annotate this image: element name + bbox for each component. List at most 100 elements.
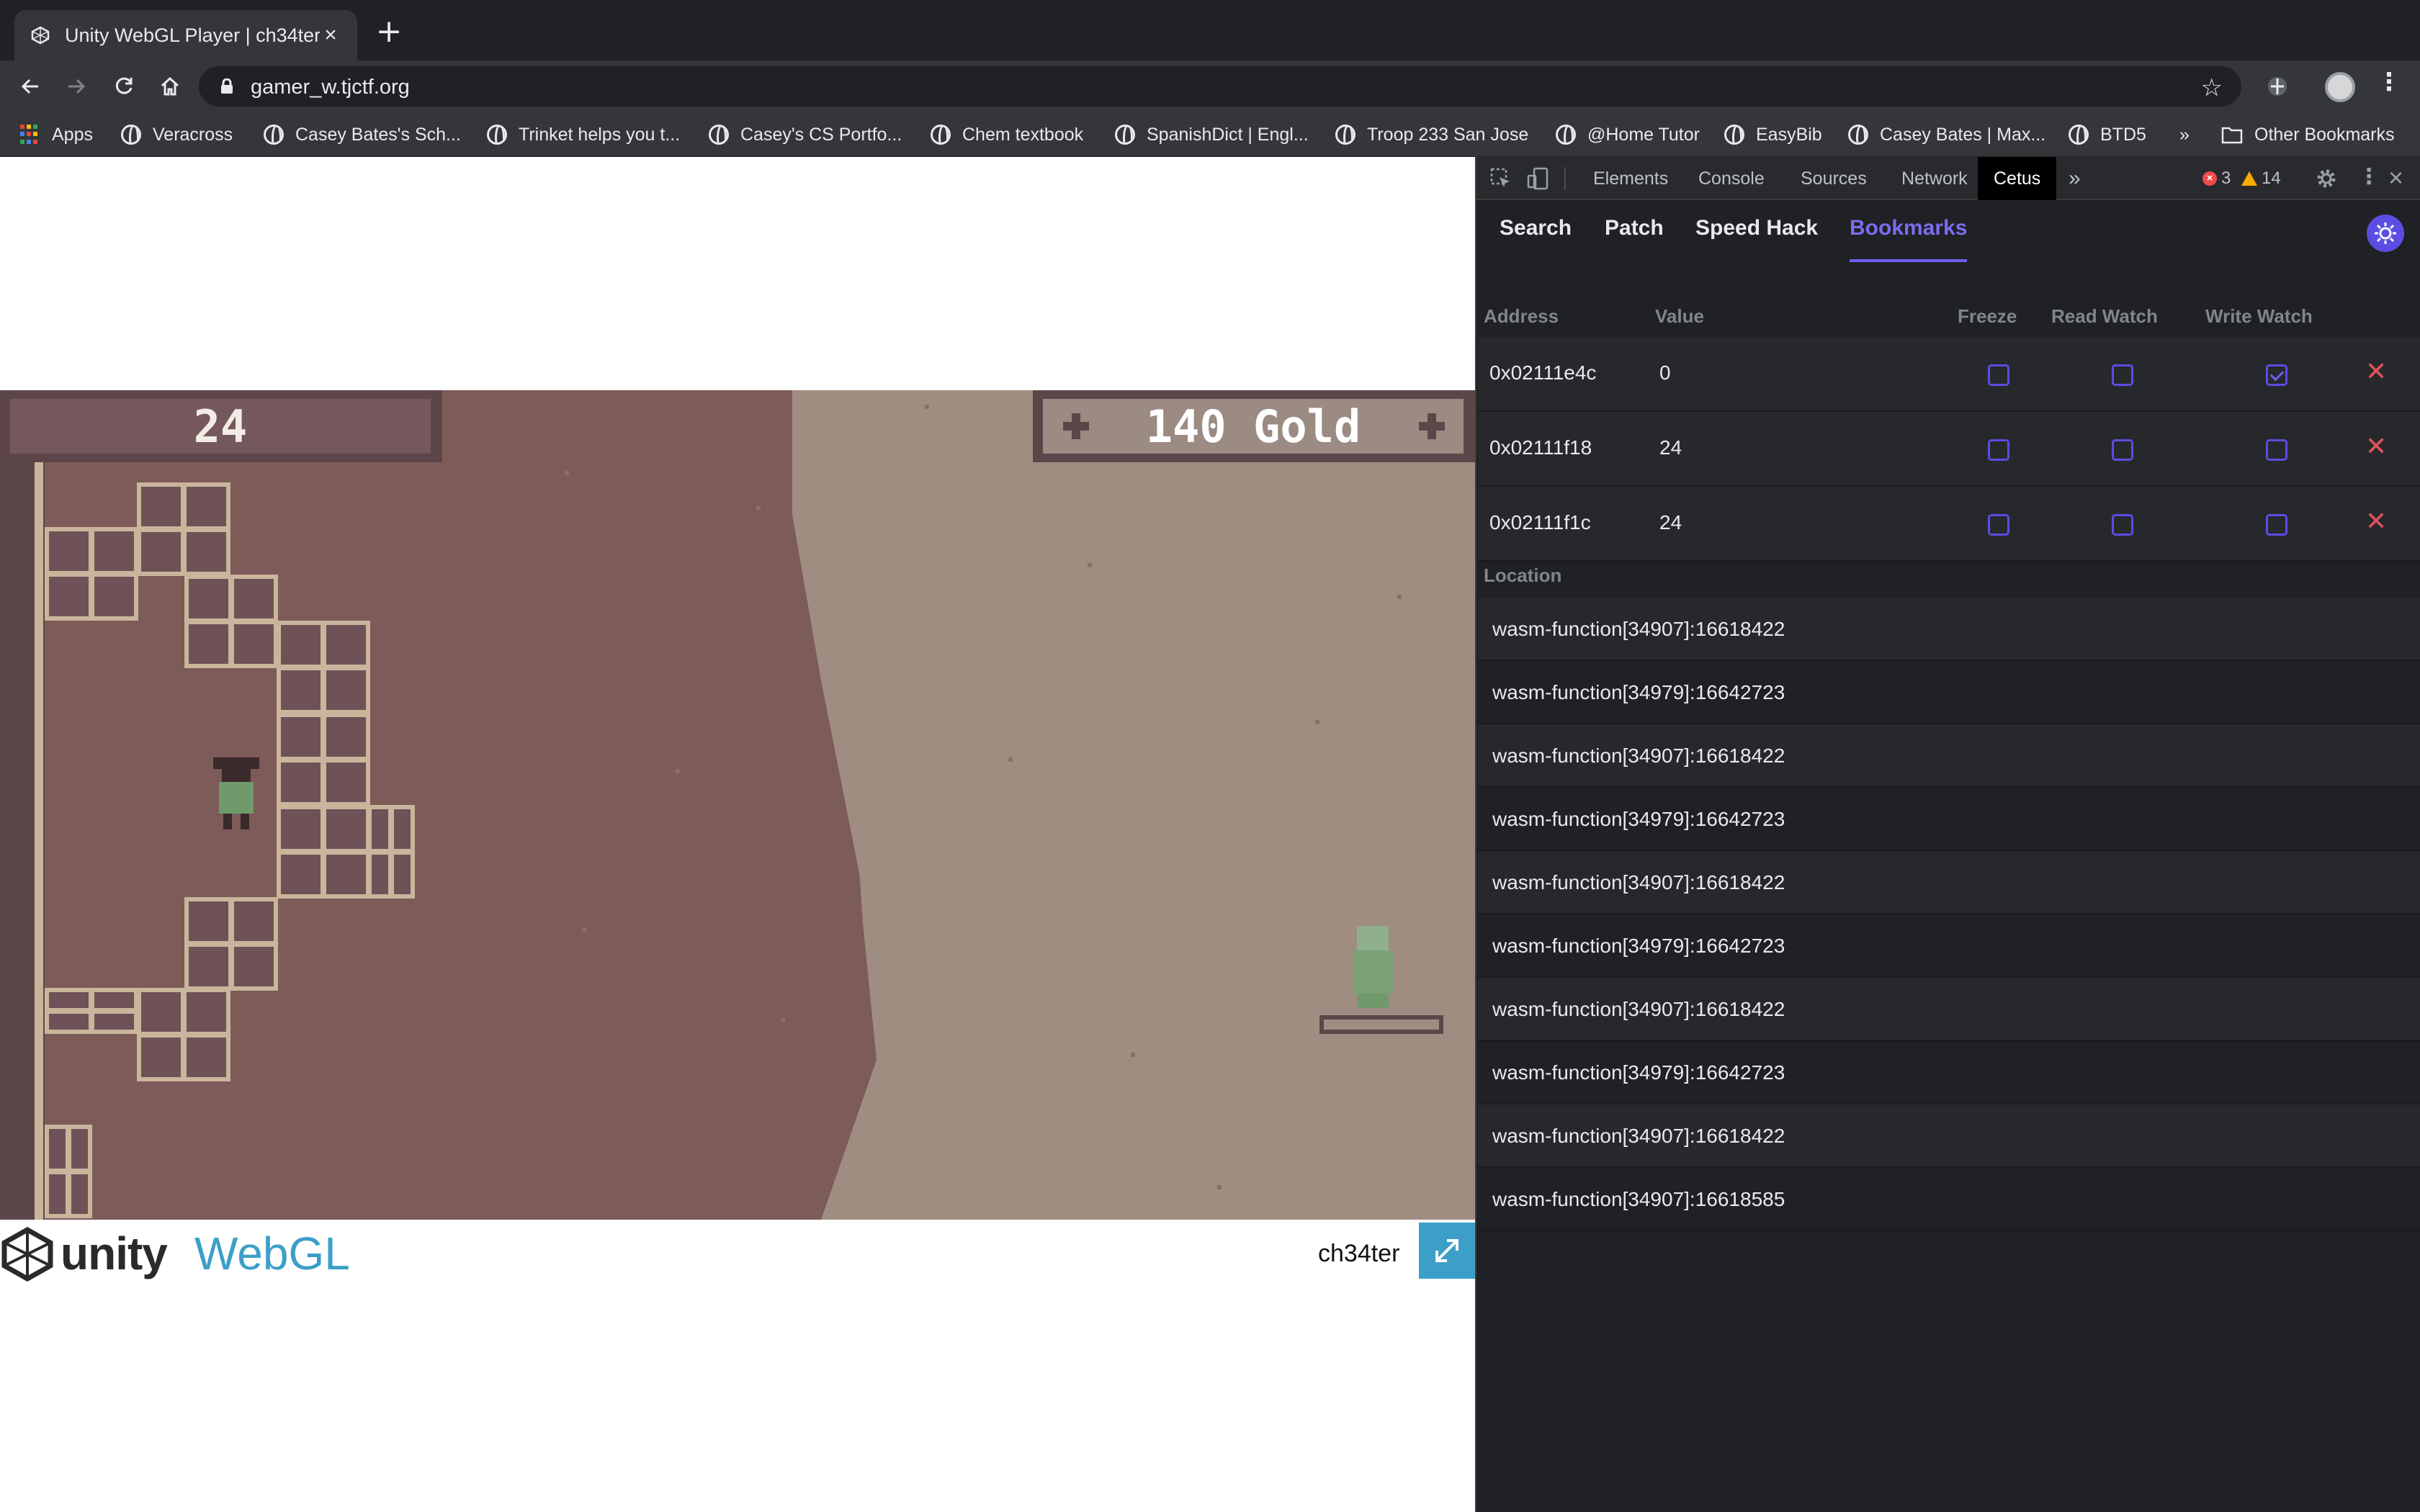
fullscreen-button[interactable]: [1419, 1223, 1475, 1279]
inspect-element-icon[interactable]: [1489, 167, 1512, 194]
bookmark-label: Veracross: [153, 124, 233, 145]
tab-elements[interactable]: Elements: [1593, 157, 1668, 200]
bookmark-item[interactable]: EasyBib: [1724, 122, 1822, 148]
read-watch-checkbox[interactable]: [2112, 439, 2133, 461]
bookmark-address[interactable]: 0x02111f18: [1489, 436, 1592, 459]
browser-menu-icon[interactable]: ⋮: [2377, 68, 2401, 96]
lock-icon: [220, 78, 233, 98]
error-count: 3: [2221, 168, 2231, 188]
delete-bookmark-icon[interactable]: ✕: [2365, 432, 2387, 462]
read-watch-checkbox[interactable]: [2112, 514, 2133, 536]
col-address: Address: [1484, 305, 1559, 327]
crate: [277, 805, 370, 899]
cetus-tab-speed-hack[interactable]: Speed Hack: [1695, 216, 1818, 262]
profile-avatar[interactable]: [2325, 72, 2355, 102]
new-tab-icon[interactable]: +: [373, 16, 405, 49]
other-bookmarks[interactable]: Other Bookmarks: [2221, 122, 2395, 148]
url-text: gamer_w.tjctf.org: [251, 76, 410, 99]
bookmark-star-icon[interactable]: ☆: [2201, 73, 2223, 102]
location-row[interactable]: wasm-function[34979]:16642723: [1478, 661, 2420, 724]
reload-icon[interactable]: [107, 69, 141, 104]
location-row[interactable]: wasm-function[34907]:16618422: [1478, 724, 2420, 788]
devtools-close-icon[interactable]: ×: [2388, 163, 2403, 193]
delete-bookmark-icon[interactable]: ✕: [2365, 357, 2387, 387]
tab-sources[interactable]: Sources: [1801, 157, 1867, 200]
bookmark-address[interactable]: 0x02111f1c: [1489, 511, 1591, 534]
bookmark-apps[interactable]: Apps: [20, 122, 93, 148]
globe-icon: [709, 125, 729, 145]
crate: [184, 897, 278, 991]
page-viewport: 24 140 Gold unity WebGL ch34ter: [0, 157, 1475, 1512]
freeze-checkbox[interactable]: [1988, 364, 2009, 386]
location-row[interactable]: wasm-function[34979]:16642723: [1478, 1041, 2420, 1104]
unity-game-canvas[interactable]: 24 140 Gold: [0, 390, 1475, 1220]
bookmark-item[interactable]: Casey's CS Portfo...: [709, 122, 902, 148]
write-watch-checkbox[interactable]: [2266, 364, 2287, 386]
extension-icon[interactable]: [2260, 69, 2295, 104]
forward-icon[interactable]: [59, 69, 94, 104]
cetus-tab-patch[interactable]: Patch: [1605, 216, 1664, 262]
location-text: wasm-function[34979]:16642723: [1492, 681, 1785, 703]
globe-icon: [2069, 125, 2089, 145]
bookmark-item[interactable]: Veracross: [121, 122, 233, 148]
ground-speck: [1397, 595, 1402, 599]
error-count-badge[interactable]: × 3: [2202, 168, 2231, 189]
device-toolbar-icon[interactable]: [1527, 167, 1550, 194]
home-icon[interactable]: [153, 69, 187, 104]
tab-network[interactable]: Network: [1901, 157, 1968, 200]
warning-count-badge[interactable]: 14: [2241, 168, 2281, 189]
tab-cetus[interactable]: Cetus: [1978, 157, 2057, 200]
bookmark-item[interactable]: SpanishDict | Engl...: [1115, 122, 1309, 148]
browser-tabstrip: Unity WebGL Player | ch34ter × +: [0, 0, 2420, 60]
unity-favicon-icon: [30, 25, 50, 45]
hud-counter-box: 24: [0, 390, 442, 462]
write-watch-checkbox[interactable]: [2266, 439, 2287, 461]
read-watch-checkbox[interactable]: [2112, 364, 2133, 386]
ground-speck: [582, 927, 586, 932]
globe-icon: [121, 125, 141, 145]
bookmark-value[interactable]: 0: [1659, 361, 1671, 384]
left-wall-trim: [35, 462, 43, 1220]
bookmark-item[interactable]: Casey Bates | Max...: [1848, 122, 2045, 148]
freeze-checkbox[interactable]: [1988, 514, 2009, 536]
bookmark-item[interactable]: Troop 233 San Jose: [1335, 122, 1528, 148]
bookmarks-overflow-icon[interactable]: »: [2179, 122, 2190, 148]
bookmark-address[interactable]: 0x02111e4c: [1489, 361, 1596, 384]
location-row[interactable]: wasm-function[34907]:16618422: [1478, 978, 2420, 1041]
location-text: wasm-function[34979]:16642723: [1492, 1061, 1785, 1084]
bookmark-value[interactable]: 24: [1659, 436, 1682, 459]
theme-toggle-button[interactable]: [2367, 215, 2404, 252]
location-row[interactable]: wasm-function[34907]:16618422: [1478, 1104, 2420, 1168]
freeze-checkbox[interactable]: [1988, 439, 2009, 461]
bookmark-value[interactable]: 24: [1659, 511, 1682, 534]
address-bar[interactable]: gamer_w.tjctf.org ☆: [199, 66, 2241, 107]
ground-speck: [756, 505, 761, 510]
tab-close-icon[interactable]: ×: [320, 23, 341, 48]
location-row[interactable]: wasm-function[34907]:16618422: [1478, 851, 2420, 914]
location-row[interactable]: wasm-function[34907]:16618585: [1478, 1168, 2420, 1231]
bookmark-label: BTD5: [2100, 124, 2146, 145]
cetus-tab-search[interactable]: Search: [1500, 216, 1572, 262]
hud-counter-value: 24: [193, 400, 248, 453]
location-text: wasm-function[34907]:16618422: [1492, 998, 1785, 1020]
bookmark-item[interactable]: Casey Bates's Sch...: [264, 122, 461, 148]
bookmark-item[interactable]: Chem textbook: [931, 122, 1083, 148]
back-icon[interactable]: [13, 69, 48, 104]
warning-count: 14: [2262, 168, 2281, 188]
cetus-tab-bookmarks[interactable]: Bookmarks: [1850, 216, 1968, 262]
tab-console[interactable]: Console: [1698, 157, 1765, 200]
folder-icon: [2221, 125, 2243, 144]
browser-tab[interactable]: Unity WebGL Player | ch34ter ×: [14, 10, 357, 60]
write-watch-checkbox[interactable]: [2266, 514, 2287, 536]
bookmark-item[interactable]: @Home Tutor: [1556, 122, 1700, 148]
location-row[interactable]: wasm-function[34979]:16642723: [1478, 914, 2420, 978]
crate: [137, 482, 230, 576]
bookmark-item[interactable]: Trinket helps you t...: [487, 122, 680, 148]
location-row[interactable]: wasm-function[34979]:16642723: [1478, 788, 2420, 851]
devtools-menu-icon[interactable]: ⋮: [2358, 164, 2380, 189]
settings-gear-icon[interactable]: [2315, 167, 2338, 194]
delete-bookmark-icon[interactable]: ✕: [2365, 507, 2387, 536]
more-tabs-icon[interactable]: »: [2069, 157, 2081, 200]
location-row[interactable]: wasm-function[34907]:16618422: [1478, 598, 2420, 661]
bookmark-item[interactable]: BTD5: [2069, 122, 2146, 148]
